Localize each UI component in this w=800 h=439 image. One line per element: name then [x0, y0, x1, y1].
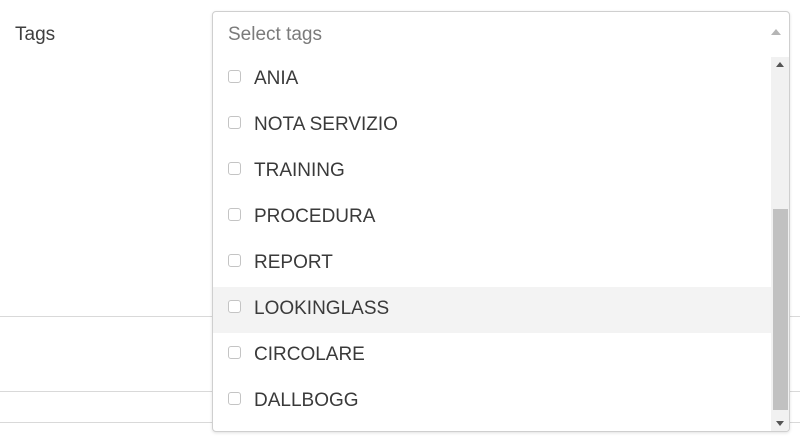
tags-dropdown[interactable]: Select tags ANIA NOTA SERVIZIO TRAINING … [212, 11, 790, 432]
scroll-down-arrow-icon[interactable] [776, 421, 784, 426]
checkbox[interactable] [228, 116, 241, 129]
checkbox[interactable] [228, 300, 241, 313]
tags-options-list: ANIA NOTA SERVIZIO TRAINING PROCEDURA RE… [213, 57, 771, 431]
page: Tags Select tags ANIA NOTA SERVIZIO TRAI… [0, 0, 800, 439]
tag-option[interactable]: ANIA [213, 57, 771, 103]
tag-option-label: DALLBOGG [254, 390, 359, 411]
tag-option[interactable]: REPORT [213, 241, 771, 287]
scrollbar[interactable] [771, 57, 789, 431]
checkbox[interactable] [228, 70, 241, 83]
tag-option-label: CIRCOLARE [254, 344, 365, 365]
caret-up-icon[interactable] [771, 29, 781, 35]
tag-option-label: PROCEDURA [254, 206, 376, 227]
tag-option[interactable]: TRAINING [213, 149, 771, 195]
tags-select-placeholder: Select tags [228, 24, 322, 45]
tag-option-label: TRAINING [254, 160, 345, 181]
checkbox[interactable] [228, 346, 241, 359]
tag-option-hovered[interactable]: LOOKINGLASS [213, 287, 771, 333]
checkbox[interactable] [228, 208, 241, 221]
tags-select-toggle[interactable]: Select tags [213, 12, 789, 57]
checkbox[interactable] [228, 162, 241, 175]
tag-option-label: REPORT [254, 252, 333, 273]
checkbox[interactable] [228, 254, 241, 267]
tag-option-label: NOTA SERVIZIO [254, 114, 398, 135]
scrollbar-thumb[interactable] [773, 209, 788, 410]
tag-option-label: ANIA [254, 68, 299, 89]
tag-option-label: LOOKINGLASS [254, 298, 390, 319]
tag-option[interactable]: CIRCOLARE [213, 333, 771, 379]
tag-option[interactable]: PROCEDURA [213, 195, 771, 241]
checkbox[interactable] [228, 392, 241, 405]
tags-label: Tags [15, 24, 56, 45]
scroll-up-arrow-icon[interactable] [776, 62, 784, 67]
tag-option[interactable]: NOTA SERVIZIO [213, 103, 771, 149]
tag-option[interactable]: DALLBOGG [213, 379, 771, 425]
